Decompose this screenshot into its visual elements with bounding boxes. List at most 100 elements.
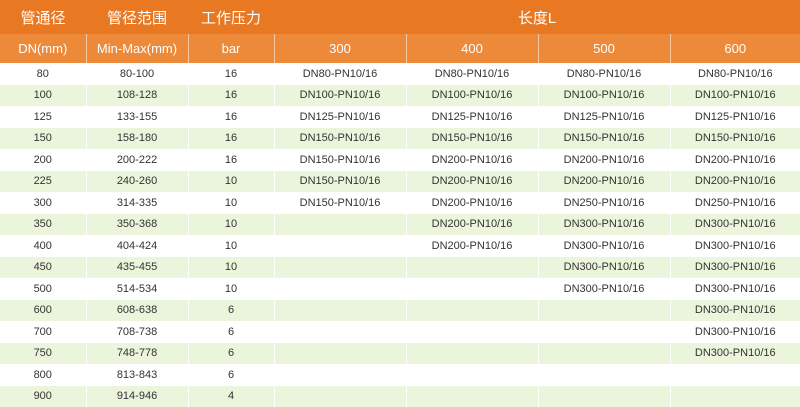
cell-length-300: DN125-PN10/16 bbox=[273, 106, 406, 128]
cell-pressure: 16 bbox=[187, 63, 274, 85]
cell-length-500: DN100-PN10/16 bbox=[537, 84, 670, 106]
cell-length-500: DN300-PN10/16 bbox=[537, 235, 670, 257]
subheader-length-600: 600 bbox=[669, 34, 800, 63]
cell-length-300: DN150-PN10/16 bbox=[273, 170, 406, 192]
cell-length-600: DN300-PN10/16 bbox=[669, 342, 800, 364]
cell-length-400: DN100-PN10/16 bbox=[405, 84, 538, 106]
table-row: 750 748-778 6 DN300-PN10/16 bbox=[0, 342, 800, 364]
cell-length-400: DN125-PN10/16 bbox=[405, 106, 538, 128]
cell-length-300: DN150-PN10/16 bbox=[273, 192, 406, 214]
cell-length-600: DN300-PN10/16 bbox=[669, 235, 800, 257]
cell-range: 80-100 bbox=[85, 63, 188, 85]
table-row: 500 514-534 10 DN300-PN10/16 DN300-PN10/… bbox=[0, 278, 800, 300]
cell-length-600: DN200-PN10/16 bbox=[669, 170, 800, 192]
cell-range: 200-222 bbox=[85, 149, 188, 171]
subheader-row: DN(mm) Min-Max(mm) bar 300 400 500 600 bbox=[0, 34, 800, 63]
cell-length-300 bbox=[273, 213, 406, 235]
cell-pressure: 10 bbox=[187, 170, 274, 192]
cell-length-500 bbox=[537, 321, 670, 343]
cell-length-500: DN200-PN10/16 bbox=[537, 170, 670, 192]
cell-pressure: 10 bbox=[187, 235, 274, 257]
cell-length-500: DN300-PN10/16 bbox=[537, 278, 670, 300]
cell-pressure: 6 bbox=[187, 364, 274, 386]
table-row: 150 158-180 16 DN150-PN10/16 DN150-PN10/… bbox=[0, 127, 800, 149]
table-row: 125 133-155 16 DN125-PN10/16 DN125-PN10/… bbox=[0, 106, 800, 128]
cell-pressure: 10 bbox=[187, 256, 274, 278]
cell-length-600: DN200-PN10/16 bbox=[669, 149, 800, 171]
cell-length-400: DN200-PN10/16 bbox=[405, 149, 538, 171]
subheader-length-500: 500 bbox=[537, 34, 670, 63]
table-row: 350 350-368 10 DN200-PN10/16 DN300-PN10/… bbox=[0, 213, 800, 235]
table-row: 100 108-128 16 DN100-PN10/16 DN100-PN10/… bbox=[0, 84, 800, 106]
cell-length-500 bbox=[537, 364, 670, 386]
cell-length-600: DN300-PN10/16 bbox=[669, 278, 800, 300]
cell-length-400: DN200-PN10/16 bbox=[405, 170, 538, 192]
header-pipe-diameter: 管通径 bbox=[0, 0, 86, 34]
table-row: 450 435-455 10 DN300-PN10/16 DN300-PN10/… bbox=[0, 256, 800, 278]
cell-length-600: DN300-PN10/16 bbox=[669, 256, 800, 278]
cell-dn: 800 bbox=[0, 364, 86, 386]
cell-length-600 bbox=[669, 385, 800, 407]
cell-range: 314-335 bbox=[85, 192, 188, 214]
cell-dn: 80 bbox=[0, 63, 86, 85]
cell-range: 748-778 bbox=[85, 342, 188, 364]
cell-dn: 225 bbox=[0, 170, 86, 192]
cell-dn: 200 bbox=[0, 149, 86, 171]
cell-length-500: DN300-PN10/16 bbox=[537, 256, 670, 278]
table-row: 80 80-100 16 DN80-PN10/16 DN80-PN10/16 D… bbox=[0, 63, 800, 85]
header-diameter-range: 管径范围 bbox=[86, 0, 188, 34]
cell-length-500: DN200-PN10/16 bbox=[537, 149, 670, 171]
header-row: 管通径 管径范围 工作压力 长度L bbox=[0, 0, 800, 34]
header-working-pressure: 工作压力 bbox=[188, 0, 274, 34]
table-row: 300 314-335 10 DN150-PN10/16 DN200-PN10/… bbox=[0, 192, 800, 214]
cell-pressure: 16 bbox=[187, 127, 274, 149]
cell-length-500: DN150-PN10/16 bbox=[537, 127, 670, 149]
cell-length-300 bbox=[273, 364, 406, 386]
cell-length-500: DN300-PN10/16 bbox=[537, 213, 670, 235]
cell-length-300: DN150-PN10/16 bbox=[273, 149, 406, 171]
cell-length-500 bbox=[537, 299, 670, 321]
cell-dn: 150 bbox=[0, 127, 86, 149]
cell-length-300: DN80-PN10/16 bbox=[273, 63, 406, 85]
cell-range: 608-638 bbox=[85, 299, 188, 321]
cell-length-300: DN100-PN10/16 bbox=[273, 84, 406, 106]
subheader-length-400: 400 bbox=[405, 34, 538, 63]
cell-length-400 bbox=[405, 342, 538, 364]
cell-dn: 300 bbox=[0, 192, 86, 214]
cell-range: 240-260 bbox=[85, 170, 188, 192]
cell-dn: 500 bbox=[0, 278, 86, 300]
cell-dn: 750 bbox=[0, 342, 86, 364]
subheader-pressure: bar bbox=[187, 34, 274, 63]
cell-length-600: DN80-PN10/16 bbox=[669, 63, 800, 85]
cell-length-300: DN150-PN10/16 bbox=[273, 127, 406, 149]
cell-dn: 600 bbox=[0, 299, 86, 321]
cell-length-600: DN150-PN10/16 bbox=[669, 127, 800, 149]
cell-length-400: DN200-PN10/16 bbox=[405, 192, 538, 214]
cell-length-400: DN80-PN10/16 bbox=[405, 63, 538, 85]
cell-length-400 bbox=[405, 278, 538, 300]
cell-length-300 bbox=[273, 235, 406, 257]
cell-length-400 bbox=[405, 299, 538, 321]
cell-dn: 700 bbox=[0, 321, 86, 343]
cell-length-600: DN125-PN10/16 bbox=[669, 106, 800, 128]
cell-length-600 bbox=[669, 364, 800, 386]
cell-length-300 bbox=[273, 321, 406, 343]
cell-length-500 bbox=[537, 385, 670, 407]
cell-length-600: DN300-PN10/16 bbox=[669, 321, 800, 343]
cell-range: 158-180 bbox=[85, 127, 188, 149]
cell-length-400 bbox=[405, 256, 538, 278]
cell-range: 133-155 bbox=[85, 106, 188, 128]
cell-dn: 100 bbox=[0, 84, 86, 106]
cell-dn: 900 bbox=[0, 385, 86, 407]
cell-length-300 bbox=[273, 342, 406, 364]
cell-pressure: 16 bbox=[187, 149, 274, 171]
cell-length-500 bbox=[537, 342, 670, 364]
table-row: 600 608-638 6 DN300-PN10/16 bbox=[0, 299, 800, 321]
cell-length-400: DN200-PN10/16 bbox=[405, 235, 538, 257]
cell-length-600: DN100-PN10/16 bbox=[669, 84, 800, 106]
cell-length-400 bbox=[405, 321, 538, 343]
cell-pressure: 6 bbox=[187, 299, 274, 321]
cell-length-400: DN150-PN10/16 bbox=[405, 127, 538, 149]
table-row: 400 404-424 10 DN200-PN10/16 DN300-PN10/… bbox=[0, 235, 800, 257]
cell-dn: 350 bbox=[0, 213, 86, 235]
